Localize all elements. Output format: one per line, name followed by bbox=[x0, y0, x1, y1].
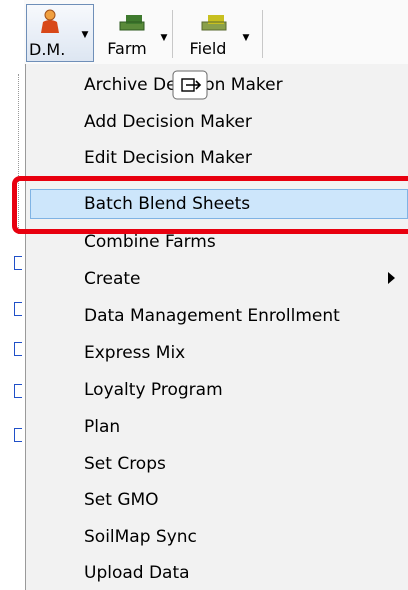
drag-cursor-icon bbox=[172, 70, 208, 100]
menu-item-upload-data[interactable]: Upload Data bbox=[26, 556, 408, 590]
menu-item-archive-decision-maker[interactable]: Archive Decision Maker bbox=[26, 68, 408, 102]
menu-item-set-gmo[interactable]: Set GMO bbox=[26, 483, 408, 517]
person-icon bbox=[39, 9, 61, 33]
app-window: D.M. ▼ Farm ▼ Field ▼ Archive Maker Add … bbox=[0, 0, 408, 590]
field-icon bbox=[200, 12, 228, 32]
menu-item-label: Upload Data bbox=[84, 563, 190, 583]
chevron-down-icon[interactable]: ▼ bbox=[156, 28, 172, 48]
menu-item-plan[interactable]: Plan bbox=[26, 410, 408, 444]
menu-item-label: Express Mix bbox=[84, 343, 186, 363]
menu-item-create[interactable]: Create bbox=[26, 262, 408, 296]
dm-dropdown-button[interactable]: D.M. ▼ bbox=[26, 4, 94, 62]
menu-item-set-crops[interactable]: Set Crops bbox=[26, 447, 408, 481]
tree-expand-icon[interactable] bbox=[14, 302, 22, 316]
menu-item-soilmap-sync[interactable]: SoilMap Sync bbox=[26, 520, 408, 554]
menu-item-label: Create bbox=[84, 269, 141, 289]
chevron-down-icon[interactable]: ▼ bbox=[77, 25, 93, 45]
tree-panel-edge bbox=[0, 66, 26, 590]
farm-label: Farm bbox=[107, 39, 147, 58]
submenu-arrow-icon bbox=[388, 272, 395, 284]
menu-item-loyalty-program[interactable]: Loyalty Program bbox=[26, 373, 408, 407]
menu-item-data-management-enrollment[interactable]: Data Management Enrollment bbox=[26, 299, 408, 333]
menu-item-label: Add Decision Maker bbox=[84, 112, 252, 132]
tree-expand-icon[interactable] bbox=[14, 384, 22, 398]
menu-item-edit-decision-maker[interactable]: Edit Decision Maker bbox=[26, 141, 408, 175]
menu-item-add-decision-maker[interactable]: Add Decision Maker bbox=[26, 105, 408, 139]
tree-expand-icon[interactable] bbox=[14, 342, 22, 356]
tree-expand-icon[interactable] bbox=[14, 256, 22, 270]
menu-item-label: Batch Blend Sheets bbox=[84, 194, 251, 214]
field-label: Field bbox=[189, 39, 227, 58]
menu-item-label: Set Crops bbox=[84, 454, 166, 474]
menu-item-label: Set GMO bbox=[84, 490, 159, 510]
toolbar-separator bbox=[172, 10, 173, 58]
tree-expand-icon[interactable] bbox=[14, 428, 22, 442]
menu-item-combine-farms[interactable]: Combine Farms bbox=[26, 225, 408, 259]
menu-item-label: Loyalty Program bbox=[84, 380, 223, 400]
menu-separator bbox=[82, 179, 408, 180]
menu-item-label: Plan bbox=[84, 417, 121, 437]
menu-item-label: SoilMap Sync bbox=[84, 527, 197, 547]
field-dropdown-button[interactable]: Field ▼ bbox=[178, 6, 258, 62]
farm-dropdown-button[interactable]: Farm ▼ bbox=[100, 6, 170, 62]
menu-item-label: Edit Decision Maker bbox=[84, 148, 252, 168]
farm-icon bbox=[118, 12, 146, 32]
menu-item-label: Combine Farms bbox=[84, 232, 216, 252]
menu-item-express-mix[interactable]: Express Mix bbox=[26, 336, 408, 370]
tree-line bbox=[18, 74, 19, 234]
dm-dropdown-menu: Archive Decision Maker Add Decision Make… bbox=[25, 64, 408, 590]
menu-item-label: Data Management Enrollment bbox=[84, 306, 340, 326]
toolbar: D.M. ▼ Farm ▼ Field ▼ bbox=[24, 0, 408, 66]
chevron-down-icon[interactable]: ▼ bbox=[238, 28, 254, 48]
dm-label: D.M. bbox=[29, 40, 66, 59]
menu-item-batch-blend-sheets[interactable]: Batch Blend Sheets bbox=[26, 187, 408, 221]
toolbar-separator bbox=[262, 10, 263, 58]
